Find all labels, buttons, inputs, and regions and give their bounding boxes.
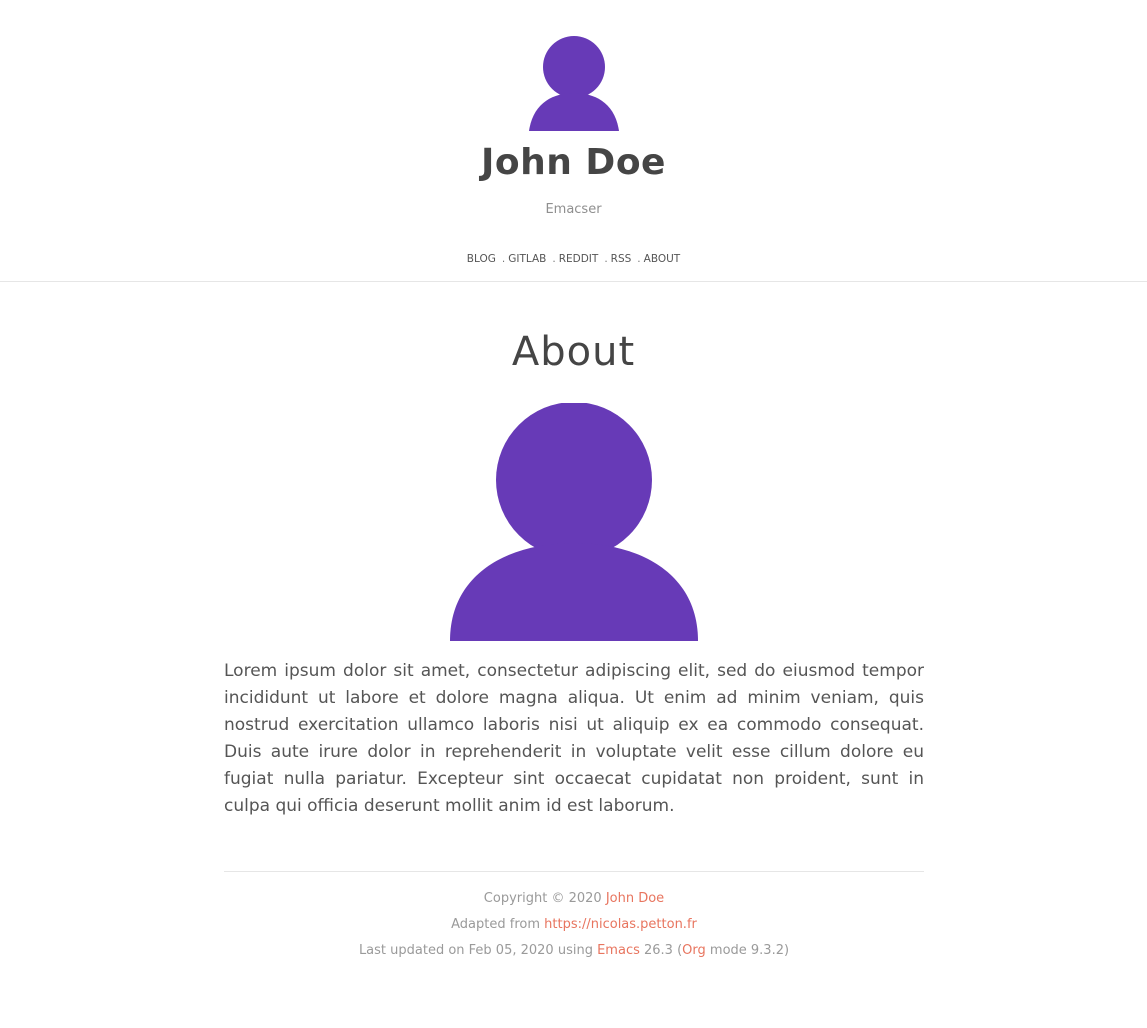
site-subtitle: Emacser: [545, 202, 602, 217]
nav-item-about[interactable]: ABOUT: [644, 253, 681, 265]
nav-separator: .: [637, 253, 641, 265]
nav-item-reddit[interactable]: REDDIT: [559, 253, 599, 265]
about-body-text: Lorem ipsum dolor sit amet, consectetur …: [224, 661, 924, 816]
site-header: John Doe Emacser BLOG. GITLAB. REDDIT. RSS.…: [0, 0, 1147, 282]
copyright-text: Copyright © 2020: [483, 891, 602, 906]
site-title[interactable]: John Doe: [0, 138, 1147, 188]
copyright-author-link[interactable]: John Doe: [606, 891, 664, 906]
adapted-line: Adapted from https://nicolas.petton.fr: [224, 912, 924, 938]
about-avatar-icon: [450, 403, 698, 641]
nav-item-blog[interactable]: BLOG: [467, 253, 496, 265]
page-title: About: [511, 329, 636, 375]
updated-text: Last updated on Feb 05, 2020 using: [358, 943, 593, 958]
nav-item-rss[interactable]: RSS: [611, 253, 632, 265]
org-version-text: mode 9.3.2): [709, 943, 790, 958]
emacs-version-text: 26.3 (: [644, 943, 683, 958]
adapted-source-link[interactable]: https://nicolas.petton.fr: [544, 917, 697, 932]
emacs-link[interactable]: Emacs: [597, 943, 640, 958]
nav-separator: .: [501, 253, 506, 265]
header-avatar-icon: [529, 36, 619, 131]
main-nav: BLOG. GITLAB. REDDIT. RSS. ABOUT: [0, 250, 1147, 268]
site-footer: Copyright © 2020 John Doe Adapted from h…: [224, 871, 924, 964]
nav-separator: .: [604, 253, 608, 265]
org-link[interactable]: Org: [682, 943, 706, 958]
copyright-line: Copyright © 2020 John Doe: [224, 886, 924, 912]
nav-item-gitlab[interactable]: GITLAB: [508, 253, 546, 265]
updated-line: Last updated on Feb 05, 2020 using Emacs…: [224, 938, 924, 964]
nav-separator: .: [552, 253, 556, 265]
adapted-text: Adapted from: [451, 917, 540, 932]
